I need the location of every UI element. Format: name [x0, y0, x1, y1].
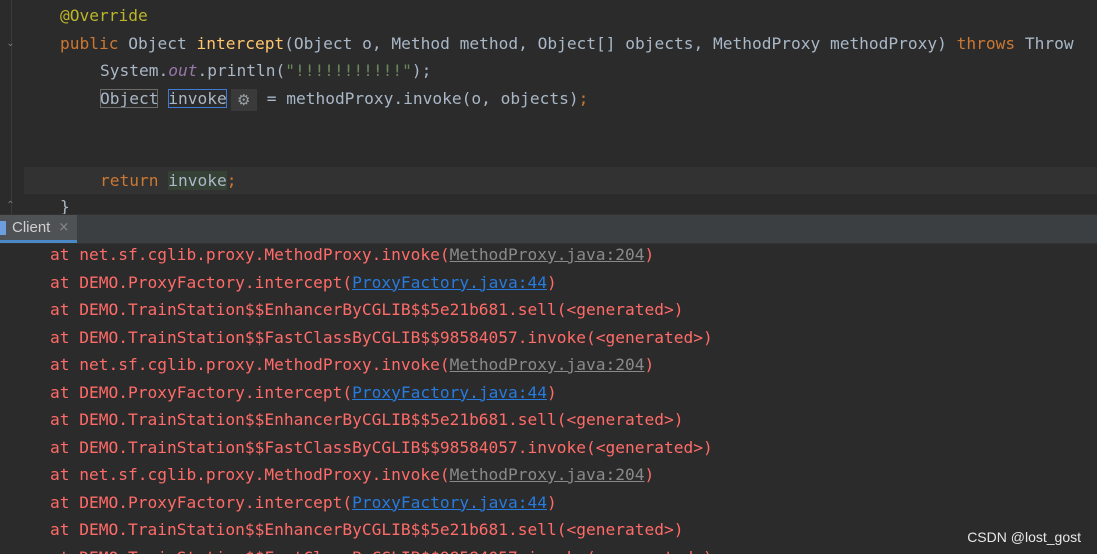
stack-frame-text: at DEMO.TrainStation$$FastClassByCGLIB$$…	[50, 437, 713, 457]
keyword-public: public	[60, 34, 119, 53]
stack-frame-end: )	[547, 382, 557, 402]
code-line-println[interactable]: System.out.println("!!!!!!!!!!!");	[60, 57, 431, 84]
stack-frame-text: at DEMO.TrainStation$$EnhancerByCGLIB$$5…	[50, 520, 684, 539]
stack-trace-line: at net.sf.cglib.proxy.MethodProxy.invoke…	[50, 351, 654, 378]
stack-frame-end: )	[547, 272, 557, 292]
stack-trace-line: at DEMO.TrainStation$$FastClassByCGLIB$$…	[50, 434, 713, 461]
code-line-close-brace[interactable]: }	[60, 193, 70, 214]
run-tool-window-tabbar: Client ×	[0, 214, 1097, 244]
editor-gutter: ⌄ ⌃	[0, 0, 24, 214]
code-line-assign[interactable]: Object invoke ⚙ = methodProxy.invoke(o, ob…	[60, 85, 588, 112]
stack-trace-line: at net.sf.cglib.proxy.MethodProxy.invoke…	[50, 244, 654, 268]
semicolon: ;	[578, 89, 589, 108]
println-end: );	[411, 61, 432, 80]
assignment-expression: = methodProxy.invoke(o, objects)	[266, 89, 579, 108]
code-line-annotation[interactable]: @Override	[60, 2, 148, 29]
stack-frame-text: at net.sf.cglib.proxy.MethodProxy.invoke…	[50, 465, 450, 484]
stack-trace-line: at DEMO.TrainStation$$EnhancerByCGLIB$$5…	[50, 406, 683, 433]
stack-frame-text: at DEMO.TrainStation$$EnhancerByCGLIB$$5…	[50, 300, 684, 319]
keyword-throws: throws	[956, 34, 1016, 53]
code-editor[interactable]: ⌄ ⌃ @Override public Object intercept(Ob…	[0, 0, 1097, 214]
stack-frame-text: at net.sf.cglib.proxy.MethodProxy.invoke…	[50, 355, 450, 374]
semicolon: ;	[226, 171, 237, 190]
stack-frame-text: at DEMO.ProxyFactory.intercept(	[50, 492, 353, 512]
stack-frame-text: at DEMO.TrainStation$$FastClassByCGLIB$$…	[50, 548, 713, 554]
source-link[interactable]: ProxyFactory.java:44	[352, 493, 547, 512]
watermark: CSDN @lost_gost	[967, 529, 1081, 545]
stack-frame-text: at DEMO.TrainStation$$FastClassByCGLIB$$…	[50, 327, 713, 347]
source-link[interactable]: MethodProxy.java:204	[450, 245, 645, 264]
stack-frame-text: at net.sf.cglib.proxy.MethodProxy.invoke…	[50, 245, 450, 264]
println-call: .println(	[197, 61, 286, 80]
source-link[interactable]: MethodProxy.java:204	[450, 465, 645, 484]
close-brace: }	[60, 197, 70, 214]
stack-trace-line: at DEMO.ProxyFactory.intercept(ProxyFact…	[50, 379, 557, 406]
stack-trace-line: at DEMO.TrainStation$$FastClassByCGLIB$$…	[50, 544, 713, 554]
stack-frame-end: )	[644, 245, 655, 264]
stack-frame-text: at DEMO.TrainStation$$EnhancerByCGLIB$$5…	[50, 410, 684, 429]
stack-trace-line: at DEMO.TrainStation$$FastClassByCGLIB$$…	[50, 324, 713, 351]
parameter-list: (Object o, Method method, Object[] objec…	[284, 34, 947, 53]
code-line-return[interactable]: return invoke;	[60, 167, 236, 194]
source-link[interactable]: MethodProxy.java:204	[450, 355, 645, 374]
stack-trace-line: at DEMO.TrainStation$$EnhancerByCGLIB$$5…	[50, 296, 683, 323]
run-config-icon	[0, 220, 6, 235]
static-field-out: out	[168, 61, 198, 80]
source-link[interactable]: ProxyFactory.java:44	[352, 383, 547, 402]
annotation-override: @Override	[60, 6, 148, 25]
console-output[interactable]: at net.sf.cglib.proxy.MethodProxy.invoke…	[0, 244, 1097, 554]
code-line-signature[interactable]: public Object intercept(Object o, Method…	[60, 30, 1074, 57]
system-ref: System.	[100, 61, 169, 80]
stack-trace-line: at net.sf.cglib.proxy.MethodProxy.invoke…	[50, 461, 654, 488]
keyword-return: return	[100, 171, 159, 190]
stack-frame-end: )	[644, 355, 655, 374]
stack-frame-text: at DEMO.ProxyFactory.intercept(	[50, 382, 353, 402]
return-type: Object	[128, 34, 187, 53]
gear-icon[interactable]: ⚙	[230, 88, 257, 111]
stack-frame-end: )	[644, 465, 655, 484]
stack-frame-end: )	[547, 492, 557, 512]
return-variable: invoke	[168, 171, 227, 190]
stack-trace-line: at DEMO.TrainStation$$EnhancerByCGLIB$$5…	[50, 516, 683, 543]
stack-trace-line: at DEMO.ProxyFactory.intercept(ProxyFact…	[50, 489, 557, 516]
close-icon[interactable]: ×	[58, 220, 69, 235]
template-variable-field[interactable]: invoke	[168, 89, 227, 108]
stack-frame-text: at DEMO.ProxyFactory.intercept(	[50, 272, 353, 292]
throws-type: Throw	[1024, 34, 1074, 53]
fold-marker-icon[interactable]: ⌃	[5, 200, 16, 211]
string-literal: "!!!!!!!!!!!"	[285, 61, 412, 80]
method-name: intercept	[196, 34, 285, 53]
template-type-field[interactable]: Object	[100, 89, 159, 108]
tab-client[interactable]: Client ×	[0, 215, 78, 243]
fold-marker-icon[interactable]: ⌄	[5, 38, 16, 49]
stack-trace-line: at DEMO.ProxyFactory.intercept(ProxyFact…	[50, 269, 557, 296]
gutter-fold-line	[11, 0, 12, 214]
tab-label: Client	[12, 219, 51, 236]
source-link[interactable]: ProxyFactory.java:44	[352, 273, 547, 292]
